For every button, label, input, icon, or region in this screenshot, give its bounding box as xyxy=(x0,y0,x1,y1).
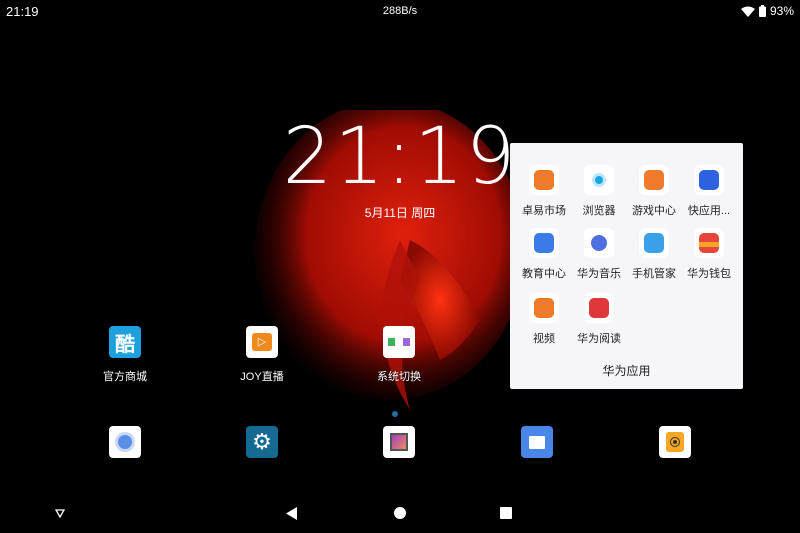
triangle-down-icon xyxy=(55,508,65,518)
home-button[interactable] xyxy=(390,503,410,523)
app-label[interactable]: 华为阅读 xyxy=(569,330,629,346)
chromium-icon[interactable] xyxy=(109,426,141,458)
app-icon-joy-live[interactable]: ▷ xyxy=(246,326,278,358)
hide-nav-bar-button[interactable] xyxy=(50,503,70,523)
recent-square-icon xyxy=(500,507,512,519)
app-label[interactable]: 官方商城 xyxy=(80,368,170,384)
app-label[interactable]: 游戏中心 xyxy=(624,202,684,218)
app-label[interactable]: 华为音乐 xyxy=(569,265,629,281)
app-label[interactable]: JOY直播 xyxy=(217,368,307,384)
app-label[interactable]: 华为钱包 xyxy=(679,265,739,281)
music-player-icon[interactable] xyxy=(659,426,691,458)
app-icon-huawei-reader[interactable] xyxy=(584,293,614,323)
app-icon-huawei-wallet[interactable] xyxy=(694,228,724,258)
app-label[interactable]: 快应用... xyxy=(679,202,739,218)
network-speed: 288B/s xyxy=(382,5,418,17)
app-icon-system-switch[interactable] xyxy=(383,326,415,358)
recent-apps-button[interactable] xyxy=(496,503,516,523)
folder-huawei-apps: 卓易市场 浏览器 游戏中心 快应用... 教育中心 华为音乐 手机管家 华为钱包… xyxy=(510,143,743,389)
app-label[interactable]: 手机管家 xyxy=(624,265,684,281)
app-label[interactable]: 视频 xyxy=(514,330,574,346)
wifi-icon xyxy=(740,6,755,17)
app-label[interactable]: 浏览器 xyxy=(569,202,629,218)
app-icon-browser[interactable] xyxy=(584,165,614,195)
app-icon-video[interactable] xyxy=(529,293,559,323)
gallery-icon[interactable] xyxy=(383,426,415,458)
battery-icon xyxy=(758,5,766,17)
battery-percent: 93% xyxy=(769,4,794,18)
app-icon-phone-manager[interactable] xyxy=(639,228,669,258)
app-icon-quick-apps[interactable] xyxy=(694,165,724,195)
app-icon-education-center[interactable] xyxy=(529,228,559,258)
app-label[interactable]: 卓易市场 xyxy=(514,202,574,218)
home-circle-icon xyxy=(394,507,406,519)
app-icon-zhuoyi-market[interactable] xyxy=(529,165,559,195)
app-label[interactable]: 教育中心 xyxy=(514,265,574,281)
folder-title[interactable]: 华为应用 xyxy=(510,362,743,379)
app-icon-game-center[interactable] xyxy=(639,165,669,195)
status-bar: 21:19 288B/s 93% xyxy=(0,0,800,22)
app-label[interactable]: 系统切换 xyxy=(354,368,444,384)
page-indicator xyxy=(392,411,398,417)
back-triangle-icon xyxy=(286,506,297,520)
app-icon-huawei-music[interactable] xyxy=(584,228,614,258)
app-icon-official-store[interactable]: 酷 xyxy=(109,326,141,358)
files-folder-icon[interactable] xyxy=(521,426,553,458)
settings-gear-icon[interactable]: ⚙ xyxy=(246,426,278,458)
back-button[interactable] xyxy=(282,503,302,523)
